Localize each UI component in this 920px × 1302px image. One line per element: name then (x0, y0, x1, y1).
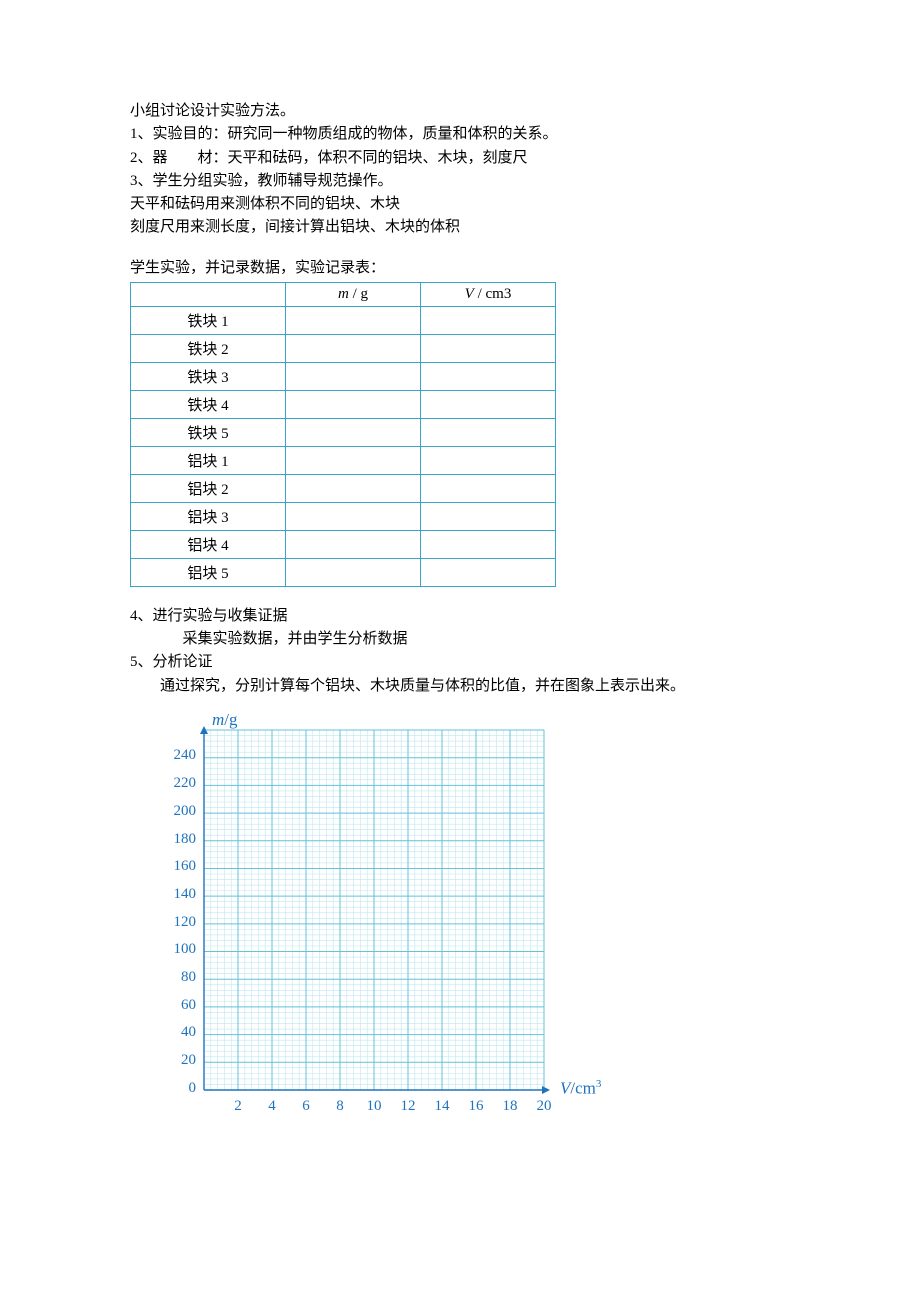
table-header-blank (131, 282, 286, 306)
row-volume-cell (421, 558, 556, 586)
x-tick-label: 20 (532, 1098, 556, 1115)
y-axis-title: m/g (212, 710, 238, 730)
item-3: 3、学生分组实验，教师辅导规范操作。 (130, 170, 790, 193)
y-tick-label: 100 (160, 941, 196, 958)
table-header-volume: V / cm3 (421, 282, 556, 306)
row-mass-cell (286, 306, 421, 334)
row-label: 铁块 2 (131, 334, 286, 362)
row-mass-cell (286, 390, 421, 418)
y-tick-label: 160 (160, 858, 196, 875)
x-tick-label: 8 (328, 1098, 352, 1115)
x-tick-label: 4 (260, 1098, 284, 1115)
item-3-detail-a: 天平和砝码用来测体积不同的铝块、木块 (130, 193, 790, 216)
x-tick-label: 16 (464, 1098, 488, 1115)
row-label: 铁块 1 (131, 306, 286, 334)
item-5: 5、分析论证 (130, 651, 790, 674)
graph-container: m/g V/cm3 020406080100120140160180200220… (150, 706, 590, 1136)
table-row: 铝块 4 (131, 530, 556, 558)
row-volume-cell (421, 502, 556, 530)
item-2: 2、器 材：天平和砝码，体积不同的铝块、木块，刻度尺 (130, 147, 790, 170)
graph-grid (200, 726, 550, 1096)
row-volume-cell (421, 418, 556, 446)
row-mass-cell (286, 418, 421, 446)
row-label: 铁块 5 (131, 418, 286, 446)
y-tick-label: 180 (160, 831, 196, 848)
y-tick-label: 220 (160, 775, 196, 792)
item-3-detail-b: 刻度尺用来测长度，间接计算出铝块、木块的体积 (130, 216, 790, 239)
row-volume-cell (421, 362, 556, 390)
x-tick-label: 10 (362, 1098, 386, 1115)
row-label: 铁块 4 (131, 390, 286, 418)
table-row: 铁块 3 (131, 362, 556, 390)
row-label: 铁块 3 (131, 362, 286, 390)
row-label: 铝块 4 (131, 530, 286, 558)
row-volume-cell (421, 306, 556, 334)
x-tick-label: 18 (498, 1098, 522, 1115)
row-mass-cell (286, 362, 421, 390)
x-tick-label: 14 (430, 1098, 454, 1115)
table-row: 铁块 2 (131, 334, 556, 362)
y-tick-label: 200 (160, 803, 196, 820)
item-4-detail: 采集实验数据，并由学生分析数据 (130, 628, 790, 651)
y-tick-label: 80 (160, 969, 196, 986)
table-row: 铝块 3 (131, 502, 556, 530)
table-row: 铁块 1 (131, 306, 556, 334)
y-tick-label: 60 (160, 997, 196, 1014)
row-mass-cell (286, 530, 421, 558)
row-mass-cell (286, 334, 421, 362)
table-row: 铝块 2 (131, 474, 556, 502)
row-volume-cell (421, 530, 556, 558)
row-label: 铝块 1 (131, 446, 286, 474)
table-header-mass: m / g (286, 282, 421, 306)
table-row: 铝块 5 (131, 558, 556, 586)
row-label: 铝块 5 (131, 558, 286, 586)
y-tick-label: 140 (160, 886, 196, 903)
row-volume-cell (421, 474, 556, 502)
x-tick-label: 12 (396, 1098, 420, 1115)
y-tick-label: 0 (160, 1080, 196, 1097)
x-tick-label: 2 (226, 1098, 250, 1115)
row-mass-cell (286, 474, 421, 502)
table-row: 铁块 4 (131, 390, 556, 418)
y-tick-label: 20 (160, 1052, 196, 1069)
row-mass-cell (286, 558, 421, 586)
row-label: 铝块 2 (131, 474, 286, 502)
table-header-row: m / g V / cm3 (131, 282, 556, 306)
table-row: 铝块 1 (131, 446, 556, 474)
item-4: 4、进行实验与收集证据 (130, 605, 790, 628)
item-5-detail: 通过探究，分别计算每个铝块、木块质量与体积的比值，并在图象上表示出来。 (130, 675, 790, 698)
item-1: 1、实验目的：研究同一种物质组成的物体，质量和体积的关系。 (130, 123, 790, 146)
record-table: m / g V / cm3 铁块 1铁块 2铁块 3铁块 4铁块 5铝块 1铝块… (130, 282, 556, 587)
row-volume-cell (421, 446, 556, 474)
row-volume-cell (421, 334, 556, 362)
x-tick-label: 6 (294, 1098, 318, 1115)
row-volume-cell (421, 390, 556, 418)
row-mass-cell (286, 502, 421, 530)
row-label: 铝块 3 (131, 502, 286, 530)
row-mass-cell (286, 446, 421, 474)
x-axis-title: V/cm3 (560, 1078, 601, 1099)
y-tick-label: 40 (160, 1024, 196, 1041)
paragraph-intro: 小组讨论设计实验方法。 (130, 100, 790, 123)
table-intro: 学生实验，并记录数据，实验记录表： (130, 257, 790, 280)
y-tick-label: 240 (160, 747, 196, 764)
y-tick-label: 120 (160, 914, 196, 931)
table-row: 铁块 5 (131, 418, 556, 446)
